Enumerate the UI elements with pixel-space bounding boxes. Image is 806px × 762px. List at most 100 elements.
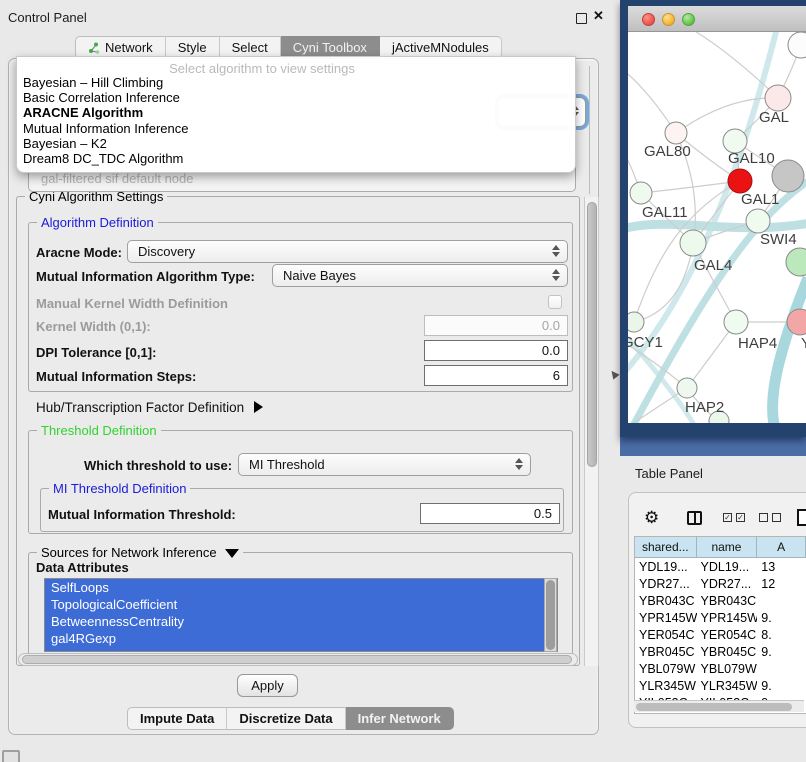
table-cell: YLR345W bbox=[697, 677, 758, 694]
settings-vertical-scrollbar[interactable] bbox=[584, 197, 599, 666]
attribute-item[interactable]: TopologicalCoefficient bbox=[45, 596, 557, 613]
node-label: GAL4 bbox=[694, 257, 732, 274]
network-canvas[interactable]: GALGAL80GAL10GAL1GAL11SWI4GAL4GCY1HAP4YH… bbox=[628, 32, 806, 423]
table-cell bbox=[757, 592, 806, 609]
table-row[interactable]: YBR045CYBR045C9. bbox=[635, 643, 806, 660]
node-table[interactable]: shared...nameAYDL19...YDL19...13YDR27...… bbox=[634, 536, 806, 714]
tab-label: Network bbox=[105, 40, 153, 55]
table-row[interactable]: YDL19...YDL19...13 bbox=[635, 558, 806, 575]
tab-infer-network[interactable]: Infer Network bbox=[346, 707, 454, 730]
algorithm-option[interactable]: Mutual Information Inference bbox=[23, 121, 188, 136]
table-row[interactable]: YPR145WYPR145W9. bbox=[635, 609, 806, 626]
algorithm-option[interactable]: ARACNE Algorithm bbox=[23, 105, 143, 120]
column-header[interactable]: A bbox=[757, 537, 806, 558]
network-node-hap4[interactable] bbox=[724, 310, 748, 334]
sources-title-text: Sources for Network Inference bbox=[41, 545, 217, 560]
which-threshold-label: Which threshold to use: bbox=[84, 458, 232, 473]
mouse-cursor bbox=[608, 368, 619, 379]
algorithm-option[interactable]: Basic Correlation Inference bbox=[23, 90, 180, 105]
node-label: HAP4 bbox=[738, 335, 777, 352]
minimize-traffic-light[interactable] bbox=[662, 13, 675, 26]
network-node-gal1[interactable] bbox=[728, 169, 752, 193]
algorithm-option[interactable]: Bayesian – Hill Climbing bbox=[23, 75, 163, 90]
threshold-definition-title: Threshold Definition bbox=[37, 423, 161, 438]
table-cell: 13 bbox=[757, 558, 806, 575]
attribute-item[interactable]: BetweennessCentrality bbox=[45, 613, 557, 630]
bottom-tab-bar: Impute DataDiscretize DataInfer Network bbox=[127, 707, 454, 729]
aracne-mode-value: Discovery bbox=[138, 244, 195, 259]
algorithm-definition-title: Algorithm Definition bbox=[37, 215, 158, 230]
tab-label: Cyni Toolbox bbox=[293, 40, 367, 55]
network-node-hap2[interactable] bbox=[677, 378, 697, 398]
zoom-traffic-light[interactable] bbox=[682, 13, 695, 26]
manual-kernel-label: Manual Kernel Width Definition bbox=[36, 296, 228, 311]
tab-label: jActiveMNodules bbox=[392, 40, 489, 55]
gear-icon[interactable]: ⚙ bbox=[644, 508, 659, 528]
network-icon bbox=[88, 42, 100, 54]
expand-right-triangle-icon bbox=[254, 401, 263, 413]
table-cell: 9. bbox=[757, 677, 806, 694]
sources-title[interactable]: Sources for Network Inference bbox=[37, 545, 243, 560]
mi-threshold-input[interactable] bbox=[420, 503, 560, 524]
checked-boxes-icon[interactable]: ✓✓ bbox=[723, 513, 745, 522]
document-icon[interactable] bbox=[797, 509, 806, 526]
table-cell: YLR345W bbox=[635, 677, 697, 694]
which-threshold-select[interactable]: MI Threshold bbox=[238, 453, 531, 476]
dpi-tolerance-input[interactable] bbox=[424, 340, 568, 361]
close-icon[interactable]: ✕ bbox=[593, 8, 604, 24]
mi-steps-input[interactable] bbox=[424, 365, 568, 386]
table-cell: YER054C bbox=[635, 626, 697, 643]
column-header[interactable]: name bbox=[697, 537, 758, 558]
unchecked-boxes-icon[interactable] bbox=[759, 513, 781, 522]
hub-definition-toggle[interactable]: Hub/Transcription Factor Definition bbox=[36, 400, 263, 415]
network-node-gal4[interactable] bbox=[680, 230, 706, 256]
attributes-scrollbar[interactable] bbox=[544, 578, 557, 652]
node-label: GAL11 bbox=[642, 204, 688, 221]
hub-definition-label: Hub/Transcription Factor Definition bbox=[36, 400, 244, 415]
aracne-mode-label: Aracne Mode: bbox=[36, 245, 122, 260]
table-row[interactable]: YBR043CYBR043C bbox=[635, 592, 806, 609]
minimized-panel-icon[interactable] bbox=[2, 750, 20, 762]
table-row[interactable]: YER054CYER054C8. bbox=[635, 626, 806, 643]
tab-discretize-data[interactable]: Discretize Data bbox=[227, 707, 345, 730]
node-label: GAL1 bbox=[741, 191, 779, 208]
table-row[interactable]: YLR345WYLR345W9. bbox=[635, 677, 806, 694]
network-node-gal80[interactable] bbox=[665, 122, 687, 144]
network-node-gcy1[interactable] bbox=[628, 312, 644, 332]
network-node[interactable] bbox=[788, 32, 806, 58]
apply-button[interactable]: Apply bbox=[237, 674, 298, 697]
table-cell: YBR043C bbox=[697, 592, 758, 609]
network-node-swi4[interactable] bbox=[746, 209, 770, 233]
table-row[interactable]: YBL079WYBL079W bbox=[635, 660, 806, 677]
which-threshold-value: MI Threshold bbox=[249, 457, 325, 472]
network-node-gal[interactable] bbox=[765, 85, 791, 111]
aracne-mode-select[interactable]: Discovery bbox=[127, 240, 568, 263]
split-columns-icon[interactable] bbox=[687, 511, 702, 525]
manual-kernel-checkbox[interactable] bbox=[548, 295, 562, 309]
close-traffic-light[interactable] bbox=[642, 13, 655, 26]
table-cell: YPR145W bbox=[635, 609, 697, 626]
network-graph: GALGAL80GAL10GAL1GAL11SWI4GAL4GCY1HAP4YH… bbox=[628, 32, 806, 423]
column-header[interactable]: shared... bbox=[635, 537, 697, 558]
attribute-item[interactable]: SelfLoops bbox=[45, 579, 557, 596]
table-row[interactable]: YDR27...YDR27...12 bbox=[635, 575, 806, 592]
tab-impute-data[interactable]: Impute Data bbox=[127, 707, 227, 730]
network-node[interactable] bbox=[786, 248, 806, 276]
algorithm-option[interactable]: Dream8 DC_TDC Algorithm bbox=[23, 151, 183, 166]
table-cell: YDL19... bbox=[697, 558, 758, 575]
kernel-width-input[interactable] bbox=[424, 315, 568, 336]
network-node-gal11[interactable] bbox=[630, 182, 652, 204]
network-node[interactable] bbox=[772, 160, 804, 192]
data-attributes-list[interactable]: SelfLoopsTopologicalCoefficientBetweenne… bbox=[44, 578, 558, 652]
combo-arrows-icon bbox=[552, 245, 560, 257]
node-label: HAP2 bbox=[685, 399, 724, 416]
algorithm-dropdown-popup: Select algorithm to view settings Bayesi… bbox=[16, 56, 576, 173]
table-horizontal-scrollbar[interactable] bbox=[634, 700, 804, 712]
attribute-item[interactable]: gal4RGexp bbox=[45, 630, 557, 647]
float-window-icon[interactable] bbox=[576, 13, 587, 24]
table-cell bbox=[757, 660, 806, 677]
node-label: GAL bbox=[759, 109, 789, 126]
settings-horizontal-scrollbar[interactable] bbox=[18, 653, 578, 666]
algorithm-option[interactable]: Bayesian – K2 bbox=[23, 136, 107, 151]
mi-algorithm-type-select[interactable]: Naive Bayes bbox=[272, 264, 568, 287]
